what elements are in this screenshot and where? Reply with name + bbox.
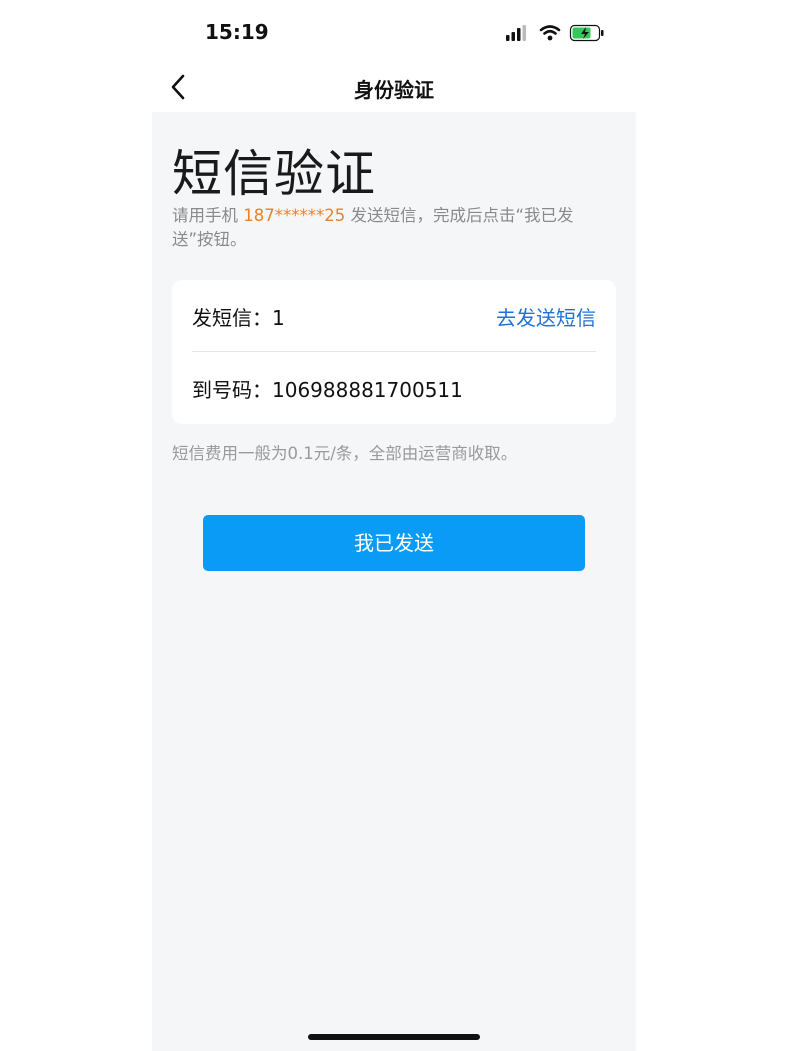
nav-bar: 身份验证: [152, 62, 636, 112]
sms-info-card: 发短信：1 去发送短信 到号码：106988881700511: [172, 280, 616, 424]
sms-content-row: 发短信：1 去发送短信: [192, 280, 596, 351]
confirm-sent-button[interactable]: 我已发送: [203, 515, 585, 571]
fee-note: 短信费用一般为0.1元/条，全部由运营商收取。: [172, 444, 518, 463]
instruction-text: 请用手机 187******25 发送短信，完成后点击“我已发送”按钮。: [172, 204, 612, 252]
status-time: 15:19: [205, 20, 269, 44]
to-number-label: 到号码：106988881700511: [192, 378, 463, 402]
page-heading: 短信验证: [172, 145, 376, 203]
status-bar: 15:19: [0, 0, 788, 64]
wifi-icon: [539, 25, 561, 41]
to-number-row: 到号码：106988881700511: [192, 352, 596, 423]
battery-charging-icon: [569, 24, 604, 42]
nav-title: 身份验证: [354, 78, 434, 102]
instruction-prefix: 请用手机: [172, 206, 244, 225]
cellular-signal-icon: [506, 25, 526, 41]
screen: 15:19 身份验证 短信验证 请用手机 187******25 发送短信，完成…: [0, 0, 788, 1051]
main-content: 短信验证 请用手机 187******25 发送短信，完成后点击“我已发送”按钮…: [152, 112, 636, 1051]
masked-phone-number: 187******25: [243, 206, 346, 225]
home-indicator[interactable]: [308, 1034, 480, 1040]
sms-content-label: 发短信：1: [192, 306, 285, 330]
send-sms-link[interactable]: 去发送短信: [496, 302, 596, 331]
status-icons: [506, 22, 606, 44]
